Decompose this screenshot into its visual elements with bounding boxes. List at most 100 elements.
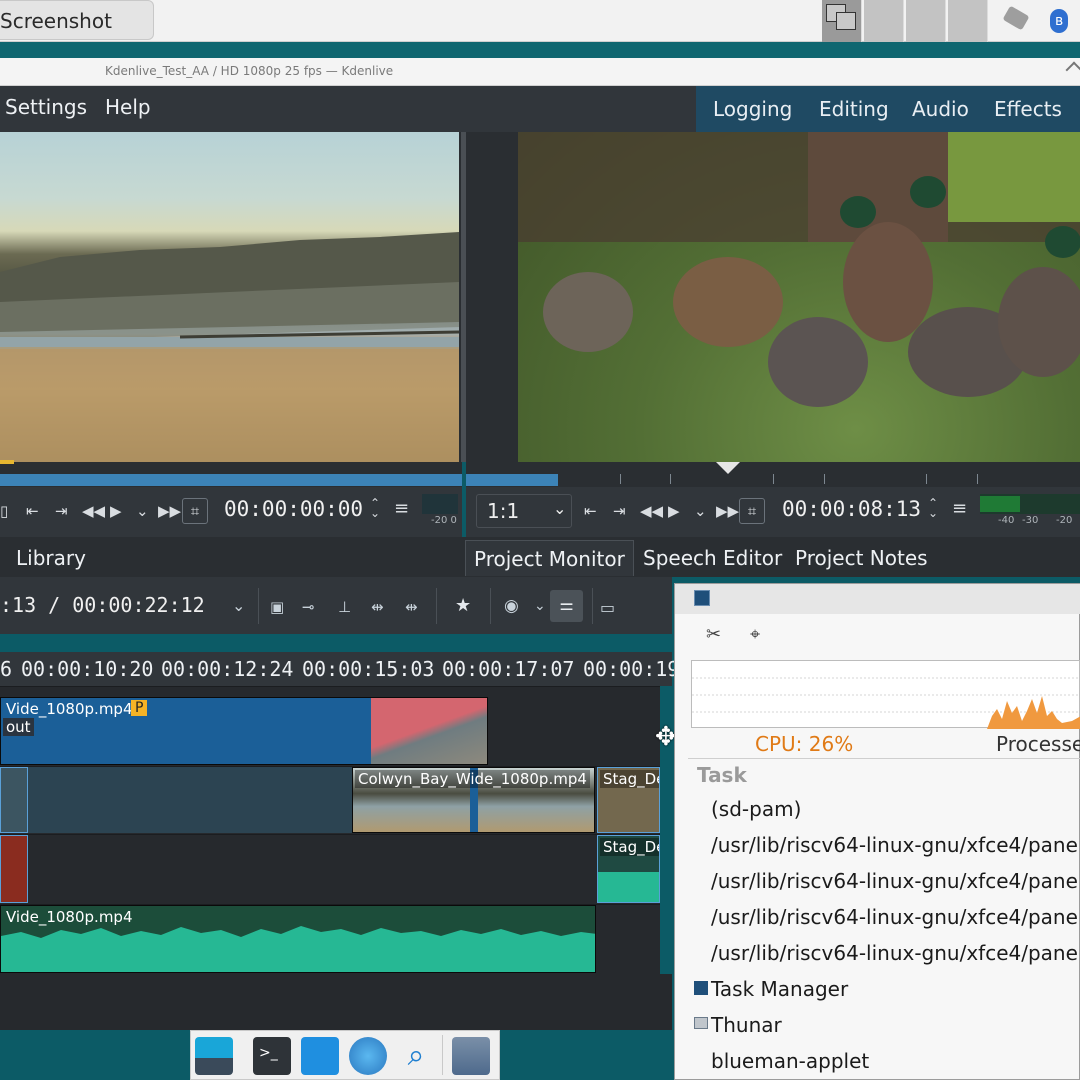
ruler-tick: [977, 474, 978, 484]
show-desktop-icon[interactable]: [195, 1037, 233, 1075]
snap-icon[interactable]: ◉: [504, 596, 519, 616]
extract-icon[interactable]: ⇹: [405, 598, 418, 616]
clip-a2-main[interactable]: Vide_1080p.mp4: [0, 905, 596, 973]
overwrite-icon[interactable]: ⊥: [338, 598, 351, 616]
monitor-menu-icon[interactable]: ≡: [394, 498, 409, 519]
split-view-icon[interactable]: ▣: [270, 598, 284, 616]
project-monitor-timecode[interactable]: 00:00:08:13: [782, 497, 921, 521]
monitor-menu-icon[interactable]: ≡: [952, 498, 967, 519]
workspace-2[interactable]: [864, 0, 904, 42]
process-row[interactable]: Thunar: [711, 1013, 782, 1037]
clip-label: Colwyn_Bay_Wide_1080p.mp4: [355, 770, 590, 788]
layout-logging[interactable]: Logging: [713, 97, 792, 121]
tab-project-monitor[interactable]: Project Monitor: [465, 540, 634, 576]
bluetooth-icon[interactable]: ʙ: [1050, 9, 1068, 33]
meter-scale-20: -20: [1056, 515, 1073, 526]
clip-monitor-timecode[interactable]: 00:00:00:00: [224, 497, 363, 521]
crop-icon[interactable]: ⌗: [182, 498, 208, 524]
process-row[interactable]: /usr/lib/riscv64-linux-gnu/xfce4/pane: [711, 941, 1078, 965]
play-options-chevron-icon[interactable]: ⌄: [694, 502, 707, 520]
track-a2[interactable]: Vide_1080p.mp4: [0, 904, 660, 974]
monitor-splitter-handle[interactable]: [461, 132, 466, 462]
crosshair-icon[interactable]: ⌖: [750, 624, 760, 645]
column-header-task[interactable]: Task: [697, 763, 747, 787]
folder-icon[interactable]: [452, 1037, 490, 1075]
monitor-overlay-icon[interactable]: ▯: [0, 502, 8, 520]
track-a1[interactable]: Stag_De: [0, 834, 660, 904]
clip-label: Vide_1080p.mp4: [3, 908, 136, 926]
track-v1[interactable]: Colwyn_Bay_Wide_1080p.mp4 Stag_De: [0, 766, 660, 834]
clip-monitor-playhead[interactable]: [0, 460, 14, 464]
zoom-select[interactable]: 1:1 ⌄: [476, 494, 572, 528]
timeline-position[interactable]: :13 / 00:00:22:12: [0, 593, 205, 617]
clip-meter-scale: -20 0: [431, 515, 457, 526]
set-in-point-icon[interactable]: ⇤: [26, 502, 39, 520]
file-manager-icon[interactable]: [301, 1037, 339, 1075]
workspace-1[interactable]: [822, 0, 862, 42]
layout-effects[interactable]: Effects: [994, 97, 1062, 121]
play-icon[interactable]: ▶: [668, 502, 680, 520]
set-out-point-icon[interactable]: ⇥: [55, 502, 68, 520]
task-manager-app-icon: [694, 590, 710, 606]
clip-a1-stag[interactable]: Stag_De: [597, 835, 660, 903]
clip-v2-main[interactable]: Vide_1080p.mp4 P out: [0, 697, 488, 765]
web-browser-icon[interactable]: [349, 1037, 387, 1075]
play-options-chevron-icon[interactable]: ⌄: [136, 502, 149, 520]
workspace-4[interactable]: [948, 0, 988, 42]
tab-speech-editor[interactable]: Speech Editor: [635, 540, 790, 576]
mixer-toggle-icon[interactable]: ⚌: [550, 590, 583, 622]
process-row[interactable]: (sd-pam): [711, 797, 801, 821]
clip-v1-left[interactable]: [0, 767, 28, 833]
meter-scale-40: -40: [998, 515, 1015, 526]
task-manager-titlebar[interactable]: [675, 584, 1080, 614]
layout-audio[interactable]: Audio: [912, 97, 969, 121]
process-row[interactable]: /usr/lib/riscv64-linux-gnu/xfce4/pane: [711, 833, 1078, 857]
task-manager-row-icon: [694, 981, 708, 995]
clip-v1-empty[interactable]: [28, 767, 352, 833]
workspace-3[interactable]: [906, 0, 946, 42]
favorite-star-icon[interactable]: ★: [455, 595, 471, 616]
clip-v1-colwyn[interactable]: Colwyn_Bay_Wide_1080p.mp4: [352, 767, 595, 833]
rewind-icon[interactable]: ◀◀: [82, 502, 105, 520]
toolbar-divider: [258, 588, 259, 624]
play-icon[interactable]: ▶: [110, 502, 122, 520]
track-v2[interactable]: Vide_1080p.mp4 P out: [0, 686, 660, 766]
set-in-point-icon[interactable]: ⇤: [584, 502, 597, 520]
set-out-point-icon[interactable]: ⇥: [613, 502, 626, 520]
ruler-tick: [620, 474, 621, 484]
search-icon[interactable]: ⌕: [397, 1037, 435, 1075]
beach-scene-image: [0, 232, 459, 462]
project-monitor-video[interactable]: [518, 132, 1080, 462]
timeline-empty-area[interactable]: [0, 974, 672, 1030]
clip-monitor-video[interactable]: [0, 132, 459, 462]
process-row[interactable]: /usr/lib/riscv64-linux-gnu/xfce4/pane: [711, 869, 1078, 893]
clip-audio-meter: [422, 494, 458, 514]
settings-tools-icon[interactable]: ✂: [706, 624, 721, 645]
process-row[interactable]: Task Manager: [711, 977, 848, 1001]
layout-editing[interactable]: Editing: [819, 97, 889, 121]
process-row[interactable]: /usr/lib/riscv64-linux-gnu/xfce4/pane: [711, 905, 1078, 929]
monitor-splitter[interactable]: [459, 132, 519, 462]
menu-settings[interactable]: Settings: [5, 95, 87, 119]
rewind-icon[interactable]: ◀◀: [640, 502, 663, 520]
lift-icon[interactable]: ⇹: [371, 598, 384, 616]
menu-help[interactable]: Help: [105, 95, 151, 119]
position-chevron-icon[interactable]: ⌄: [232, 596, 245, 615]
terminal-icon[interactable]: >_: [253, 1037, 291, 1075]
timecode-spinner-icon[interactable]: ⌃ ⌄: [928, 497, 938, 519]
subtitle-icon[interactable]: ▭: [600, 598, 615, 617]
forward-icon[interactable]: ▶▶: [716, 502, 739, 520]
timecode-spinner-icon[interactable]: ⌃ ⌄: [370, 497, 380, 519]
screenshot-taskbar-button[interactable]: Screenshot: [0, 0, 154, 40]
project-monitor-playhead[interactable]: [716, 462, 740, 474]
process-row[interactable]: blueman-applet: [711, 1049, 869, 1073]
clip-v1-stag[interactable]: Stag_De: [597, 767, 660, 833]
processes-count: Processe: [996, 732, 1080, 756]
tab-project-notes[interactable]: Project Notes: [787, 540, 936, 576]
tab-library[interactable]: Library: [8, 540, 94, 576]
clip-a1-left[interactable]: [0, 835, 28, 903]
insert-icon[interactable]: ⊸: [302, 598, 315, 616]
crop-icon[interactable]: ⌗: [739, 498, 765, 524]
snap-chevron-icon[interactable]: ⌄: [534, 598, 546, 614]
forward-icon[interactable]: ▶▶: [158, 502, 181, 520]
